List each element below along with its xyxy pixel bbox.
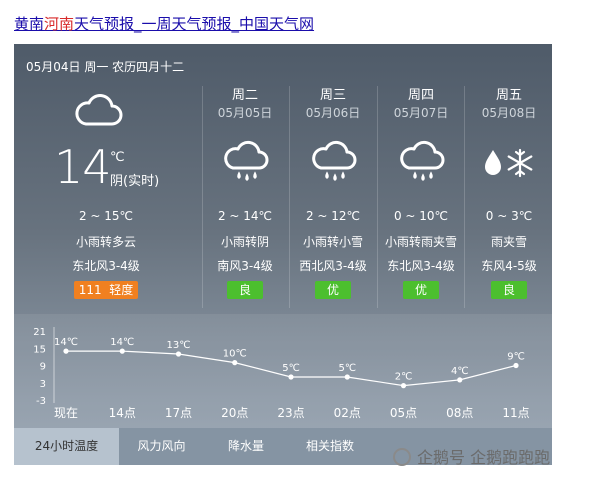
forecast-date: 05月07日 [393,106,449,120]
forecast-date: 05月05日 [217,106,273,120]
watermark-text: 企鹅号 企鹅跑跑跑 [417,448,551,467]
title-part-1[interactable]: 黄南 [14,15,44,33]
y-tick-label: 15 [33,344,46,355]
y-tick-label: 3 [40,379,46,390]
today-weather: 小雨转多云 [75,235,137,249]
today-wind: 东北风3-4级 [72,259,140,273]
forecast-day-name: 周四 [407,88,435,103]
forecast-aqi-badge[interactable]: 优 [315,281,351,299]
temperature-chart-area: 21 15 9 3 -3 14℃ 现在 14℃ 14点 13℃ 17点 10℃ 20点 5℃ 23点 5℃ 02… [14,314,552,428]
x-tick-label: 17点 [165,406,192,420]
temperature-point [175,351,182,357]
forecast-weather: 小雨转阴 [220,235,270,249]
sleet-icon [485,148,533,178]
x-tick-label: 20点 [221,406,248,420]
aqi-label: 轻度 [109,283,134,297]
forecast-day-name: 周三 [319,88,347,103]
cloud-icon [75,94,123,126]
temperature-unit: ℃ [110,150,125,165]
temperature-point [232,360,238,366]
date-line: 05月04日 周一 农历四月十二 [26,60,185,74]
forecast-weather: 小雨转小雪 [302,235,364,249]
temperature-point [400,383,407,389]
cloud-rain-icon [224,140,269,181]
tab-wind[interactable]: 风力风向 [119,428,204,465]
temperature-point [513,362,519,369]
current-condition: 阴(实时) [110,174,160,189]
y-tick-label: 9 [40,362,46,373]
forecast-weather: 小雨转雨夹雪 [384,235,458,249]
column-divider [202,86,203,308]
point-label: 14℃ [54,337,78,348]
forecast-range: 0 ~ 10℃ [393,209,449,223]
y-tick-label: -3 [36,396,46,407]
forecast-day-name: 周五 [495,88,523,103]
page-title[interactable]: 黄南河南天气预报_一周天气预报_中国天气网 [14,13,314,34]
forecast-wind: 南风3-4级 [217,259,273,273]
x-tick-label: 02点 [334,406,361,420]
title-highlight[interactable]: 河南 [44,15,74,33]
tab-24h-temperature[interactable]: 24小时温度 [14,428,119,465]
forecast-date: 05月08日 [481,106,537,120]
forecast-range: 2 ~ 14℃ [217,209,273,223]
temperature-point [63,348,69,354]
point-label: 5℃ [338,363,356,374]
penguin-logo-icon [393,447,411,466]
x-tick-label: 23点 [277,406,304,420]
forecast-wind: 东风4-5级 [481,259,537,273]
forecast-aqi-badge[interactable]: 良 [491,281,527,299]
today-aqi-badge[interactable]: 111 轻度 [74,281,138,299]
forecast-range: 0 ~ 3℃ [485,209,533,223]
forecast-day-name: 周二 [231,88,259,103]
cloud-rain-icon [400,140,445,181]
temperature-chart: 21 15 9 3 -3 14℃ 现在 14℃ 14点 13℃ 17点 10℃ 20点 5℃ 23点 5℃ 02… [33,327,530,420]
watermark: 企鹅号 企鹅跑跑跑 [393,444,550,468]
forecast-wind: 东北风3-4级 [387,259,455,273]
point-label: 5℃ [282,363,300,374]
column-divider [289,86,290,308]
temperature-point [344,374,350,380]
temperature-point [457,377,463,383]
temperature-point [288,374,294,380]
forecast-aqi-badge[interactable]: 良 [227,281,263,299]
point-label: 14℃ [110,337,134,348]
tab-indices[interactable]: 相关指数 [288,428,372,465]
forecast-range: 2 ~ 12℃ [305,209,361,223]
x-tick-label: 08点 [446,406,473,420]
forecast-aqi-badge[interactable]: 优 [403,281,439,299]
title-part-3[interactable]: 天气预报_一周天气预报_中国天气网 [74,15,314,33]
point-label: 2℃ [395,372,413,383]
temperature-point [119,348,125,354]
point-label: 4℃ [451,366,469,377]
tab-precipitation[interactable]: 降水量 [204,428,288,465]
x-tick-label: 11点 [502,406,529,420]
column-divider [464,86,465,308]
cloud-rain-icon [312,140,357,181]
point-label: 10℃ [223,349,247,360]
forecast-wind: 西北风3-4级 [299,259,367,273]
today-range: 2 ~ 15℃ [78,209,134,223]
weather-widget: 05月04日 周一 农历四月十二 14 ℃ 阴(实时) 2 ~ 15℃ 小雨转多… [14,44,552,465]
y-tick-label: 21 [33,327,46,338]
x-tick-label: 14点 [109,406,136,420]
forecast-weather: 雨夹雪 [490,235,528,249]
current-temperature: 14 [54,140,112,194]
forecast-date: 05月06日 [305,106,361,120]
aqi-number: 111 [78,283,102,297]
x-tick-label: 现在 [54,406,78,420]
x-tick-label: 05点 [390,406,417,420]
point-label: 9℃ [507,352,525,363]
point-label: 13℃ [167,340,191,351]
column-divider [377,86,378,308]
